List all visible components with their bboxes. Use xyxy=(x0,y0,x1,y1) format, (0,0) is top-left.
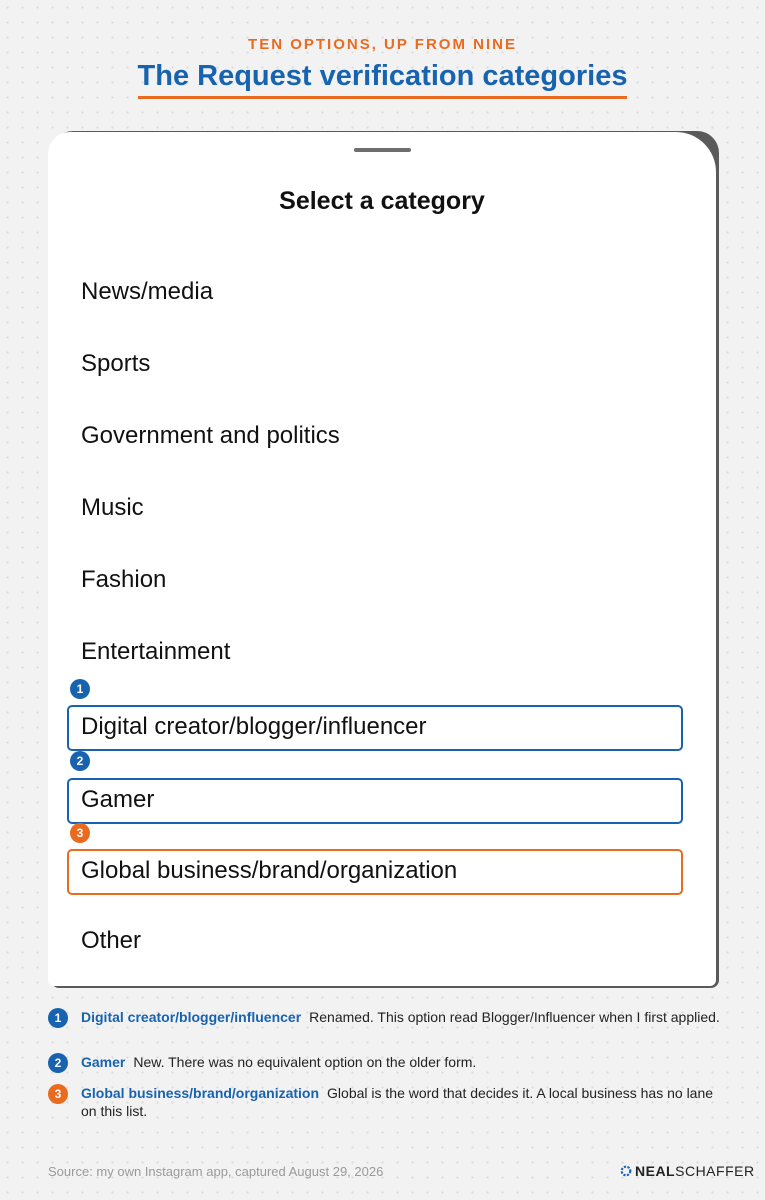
source-caption: Source: my own Instagram app, captured A… xyxy=(48,1164,384,1179)
category-gamer-label: Gamer xyxy=(81,786,155,813)
page-title-wrapper: The Request verification categories xyxy=(0,60,765,99)
category-other[interactable]: Other xyxy=(81,927,141,955)
category-digital-creator[interactable]: Digital creator/blogger/influencer xyxy=(67,705,683,751)
category-global-business-label: Global business/brand/organization xyxy=(81,857,458,884)
annotation-badge-3: 3 xyxy=(70,823,90,843)
footnote-badge-3: 3 xyxy=(48,1084,68,1104)
category-sports[interactable]: Sports xyxy=(81,350,150,378)
category-gamer[interactable]: Gamer xyxy=(67,778,683,824)
logo-wordmark-second: SCHAFFER xyxy=(675,1163,755,1179)
brand-logo: NEALSCHAFFER xyxy=(620,1163,755,1179)
category-music[interactable]: Music xyxy=(81,494,144,522)
footnote-2: 2 Gamer New. There was no equivalent opti… xyxy=(48,1053,728,1073)
category-news-media[interactable]: News/media xyxy=(81,278,213,306)
category-sheet: Select a category News/media Sports Gove… xyxy=(48,132,716,986)
footnote-name-3: Global business/brand/organization xyxy=(81,1085,320,1101)
footnote-text-2: New. There was no equivalent option on t… xyxy=(133,1054,477,1070)
sheet-title: Select a category xyxy=(279,187,485,215)
category-global-business[interactable]: Global business/brand/organization xyxy=(67,849,683,895)
footnote-name-2: Gamer xyxy=(81,1054,126,1070)
sheet-drag-handle[interactable] xyxy=(354,148,411,152)
footnote-1: 1 Digital creator/blogger/influencer Rena… xyxy=(48,1008,728,1028)
category-digital-creator-label: Digital creator/blogger/influencer xyxy=(81,713,427,740)
category-entertainment[interactable]: Entertainment xyxy=(81,638,230,666)
footnote-text-1: Renamed. This option read Blogger/Influe… xyxy=(309,1009,720,1025)
kicker-label: TEN OPTIONS, UP FROM NINE xyxy=(248,36,517,53)
category-government-politics[interactable]: Government and politics xyxy=(81,422,340,450)
page-title: The Request verification categories xyxy=(137,60,628,99)
footnote-3: 3 Global business/brand/organization Glob… xyxy=(48,1084,728,1120)
footnote-badge-1: 1 xyxy=(48,1008,68,1028)
footnote-badge-2: 2 xyxy=(48,1053,68,1073)
footnote-name-1: Digital creator/blogger/influencer xyxy=(81,1009,302,1025)
annotation-badge-2: 2 xyxy=(70,751,90,771)
annotation-badge-1: 1 xyxy=(70,679,90,699)
category-fashion[interactable]: Fashion xyxy=(81,566,166,594)
logo-wordmark-first: NEAL xyxy=(635,1163,676,1179)
logo-mark-icon xyxy=(620,1165,632,1177)
